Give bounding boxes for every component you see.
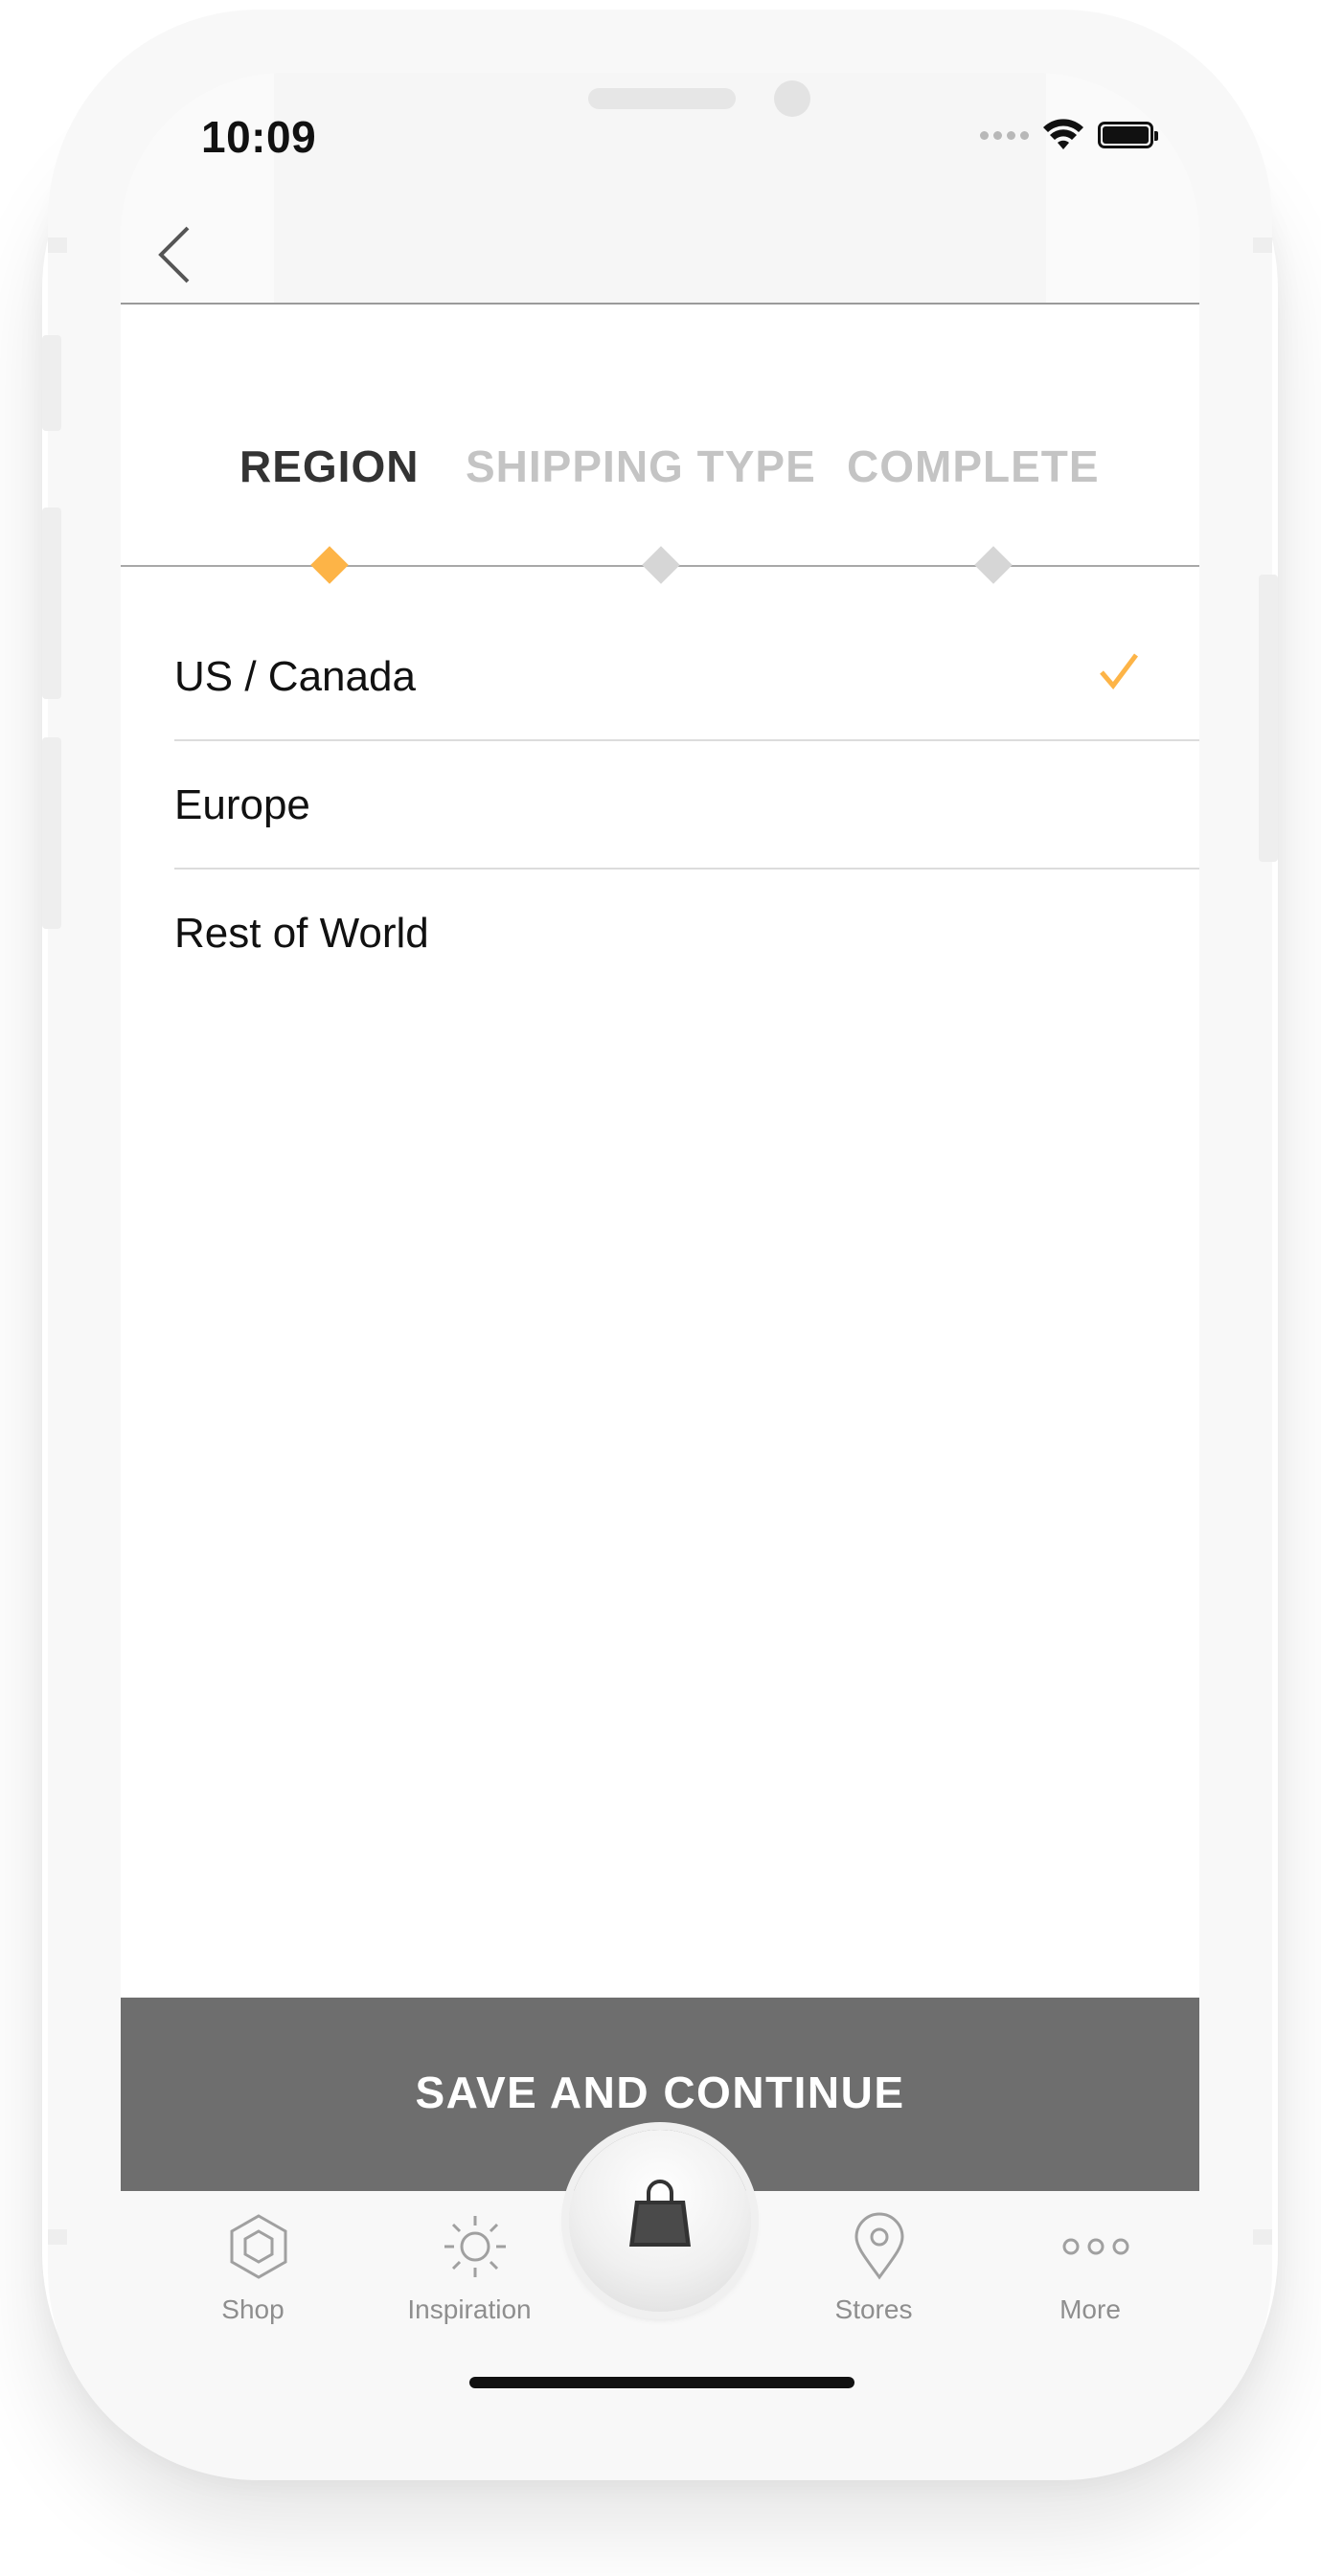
step-marker [974,546,1013,584]
back-button[interactable] [148,216,205,293]
region-option-europe[interactable]: Europe [174,741,1199,870]
speaker [588,88,736,109]
cart-button[interactable] [569,2130,751,2312]
tab-shop[interactable]: Shop [167,2212,339,2327]
save-button-label: SAVE AND CONTINUE [415,2068,905,2117]
tab-stores[interactable]: Stores [787,2212,960,2327]
step-marker-active [310,546,349,584]
region-option-us-canada[interactable]: US / Canada [174,613,1199,741]
step-marker [642,546,680,584]
checkmark-icon [1100,653,1138,689]
side-button [42,508,61,699]
side-button [42,335,61,431]
phone-screen: 10:09 REGION SHIPPING TYPE COMPLETE US /… [121,73,1199,2409]
home-indicator [469,2377,854,2388]
step-region: REGION [239,441,420,491]
region-label: Europe [174,781,310,828]
tab-more[interactable]: More [1004,2212,1176,2327]
tab-label: Stores [834,2294,913,2324]
region-label: Rest of World [174,910,429,957]
battery-icon [1098,122,1158,148]
tab-inspiration[interactable]: Inspiration [383,2212,556,2327]
tab-label: Shop [221,2294,285,2324]
chevron-left-icon [158,226,190,283]
side-button [42,737,61,929]
tab-label: Inspiration [407,2294,532,2324]
step-shipping-type: SHIPPING TYPE [466,441,816,491]
side-button [48,2229,67,2245]
status-time: 10:09 [201,112,317,162]
sun-icon [444,2216,506,2277]
step-complete: COMPLETE [847,441,1100,491]
more-dots-icon [1062,2238,1129,2255]
tab-label: More [1059,2294,1121,2324]
side-button [1253,2229,1272,2245]
side-button [1259,575,1278,862]
location-pin-icon [854,2212,904,2280]
wifi-icon [1043,119,1083,149]
main-content: REGION SHIPPING TYPE COMPLETE US / Canad… [121,305,1199,2193]
front-camera [774,80,810,117]
signal-icon [980,130,1029,140]
status-icons [980,119,1158,151]
side-button [1253,237,1272,253]
side-button [48,237,67,253]
region-option-rest-of-world[interactable]: Rest of World [174,870,1199,996]
shopping-bag-icon [629,2180,691,2247]
hexagon-icon [230,2214,287,2279]
step-indicator: REGION SHIPPING TYPE COMPLETE [121,441,1199,498]
region-label: US / Canada [174,653,416,700]
